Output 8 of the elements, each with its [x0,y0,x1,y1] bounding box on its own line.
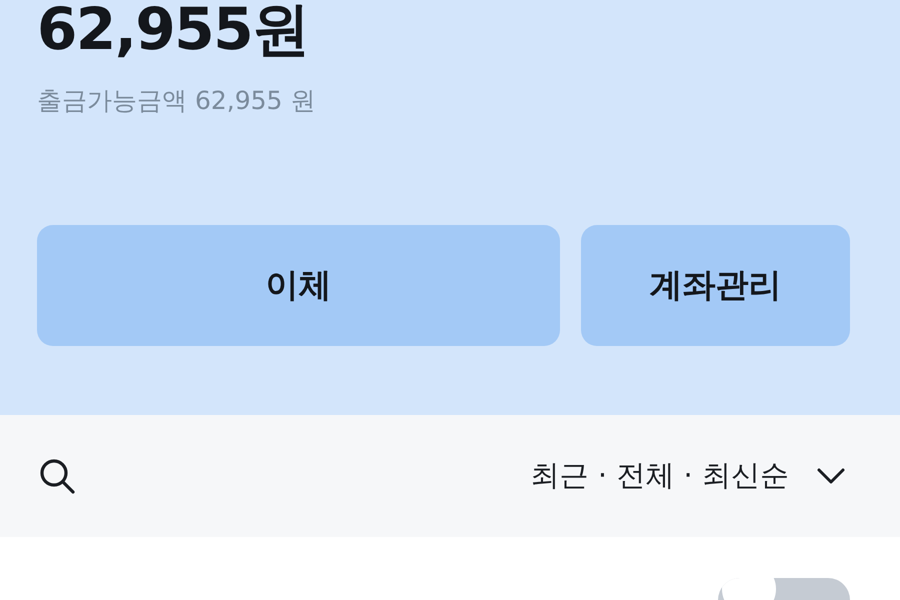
chevron-down-icon [817,468,845,484]
action-button[interactable]: 계좌관리 [581,224,850,346]
action-button[interactable]: 이체 [37,224,560,346]
balance-amount: 62,955원 [37,0,310,58]
withdrawable-amount: 출금가능금액 62,955 원 [37,85,316,117]
toggle-switch[interactable] [718,578,850,600]
search-icon[interactable] [38,457,76,495]
filter-dropdown[interactable]: 최근 · 전체 · 최신순 [530,454,845,498]
